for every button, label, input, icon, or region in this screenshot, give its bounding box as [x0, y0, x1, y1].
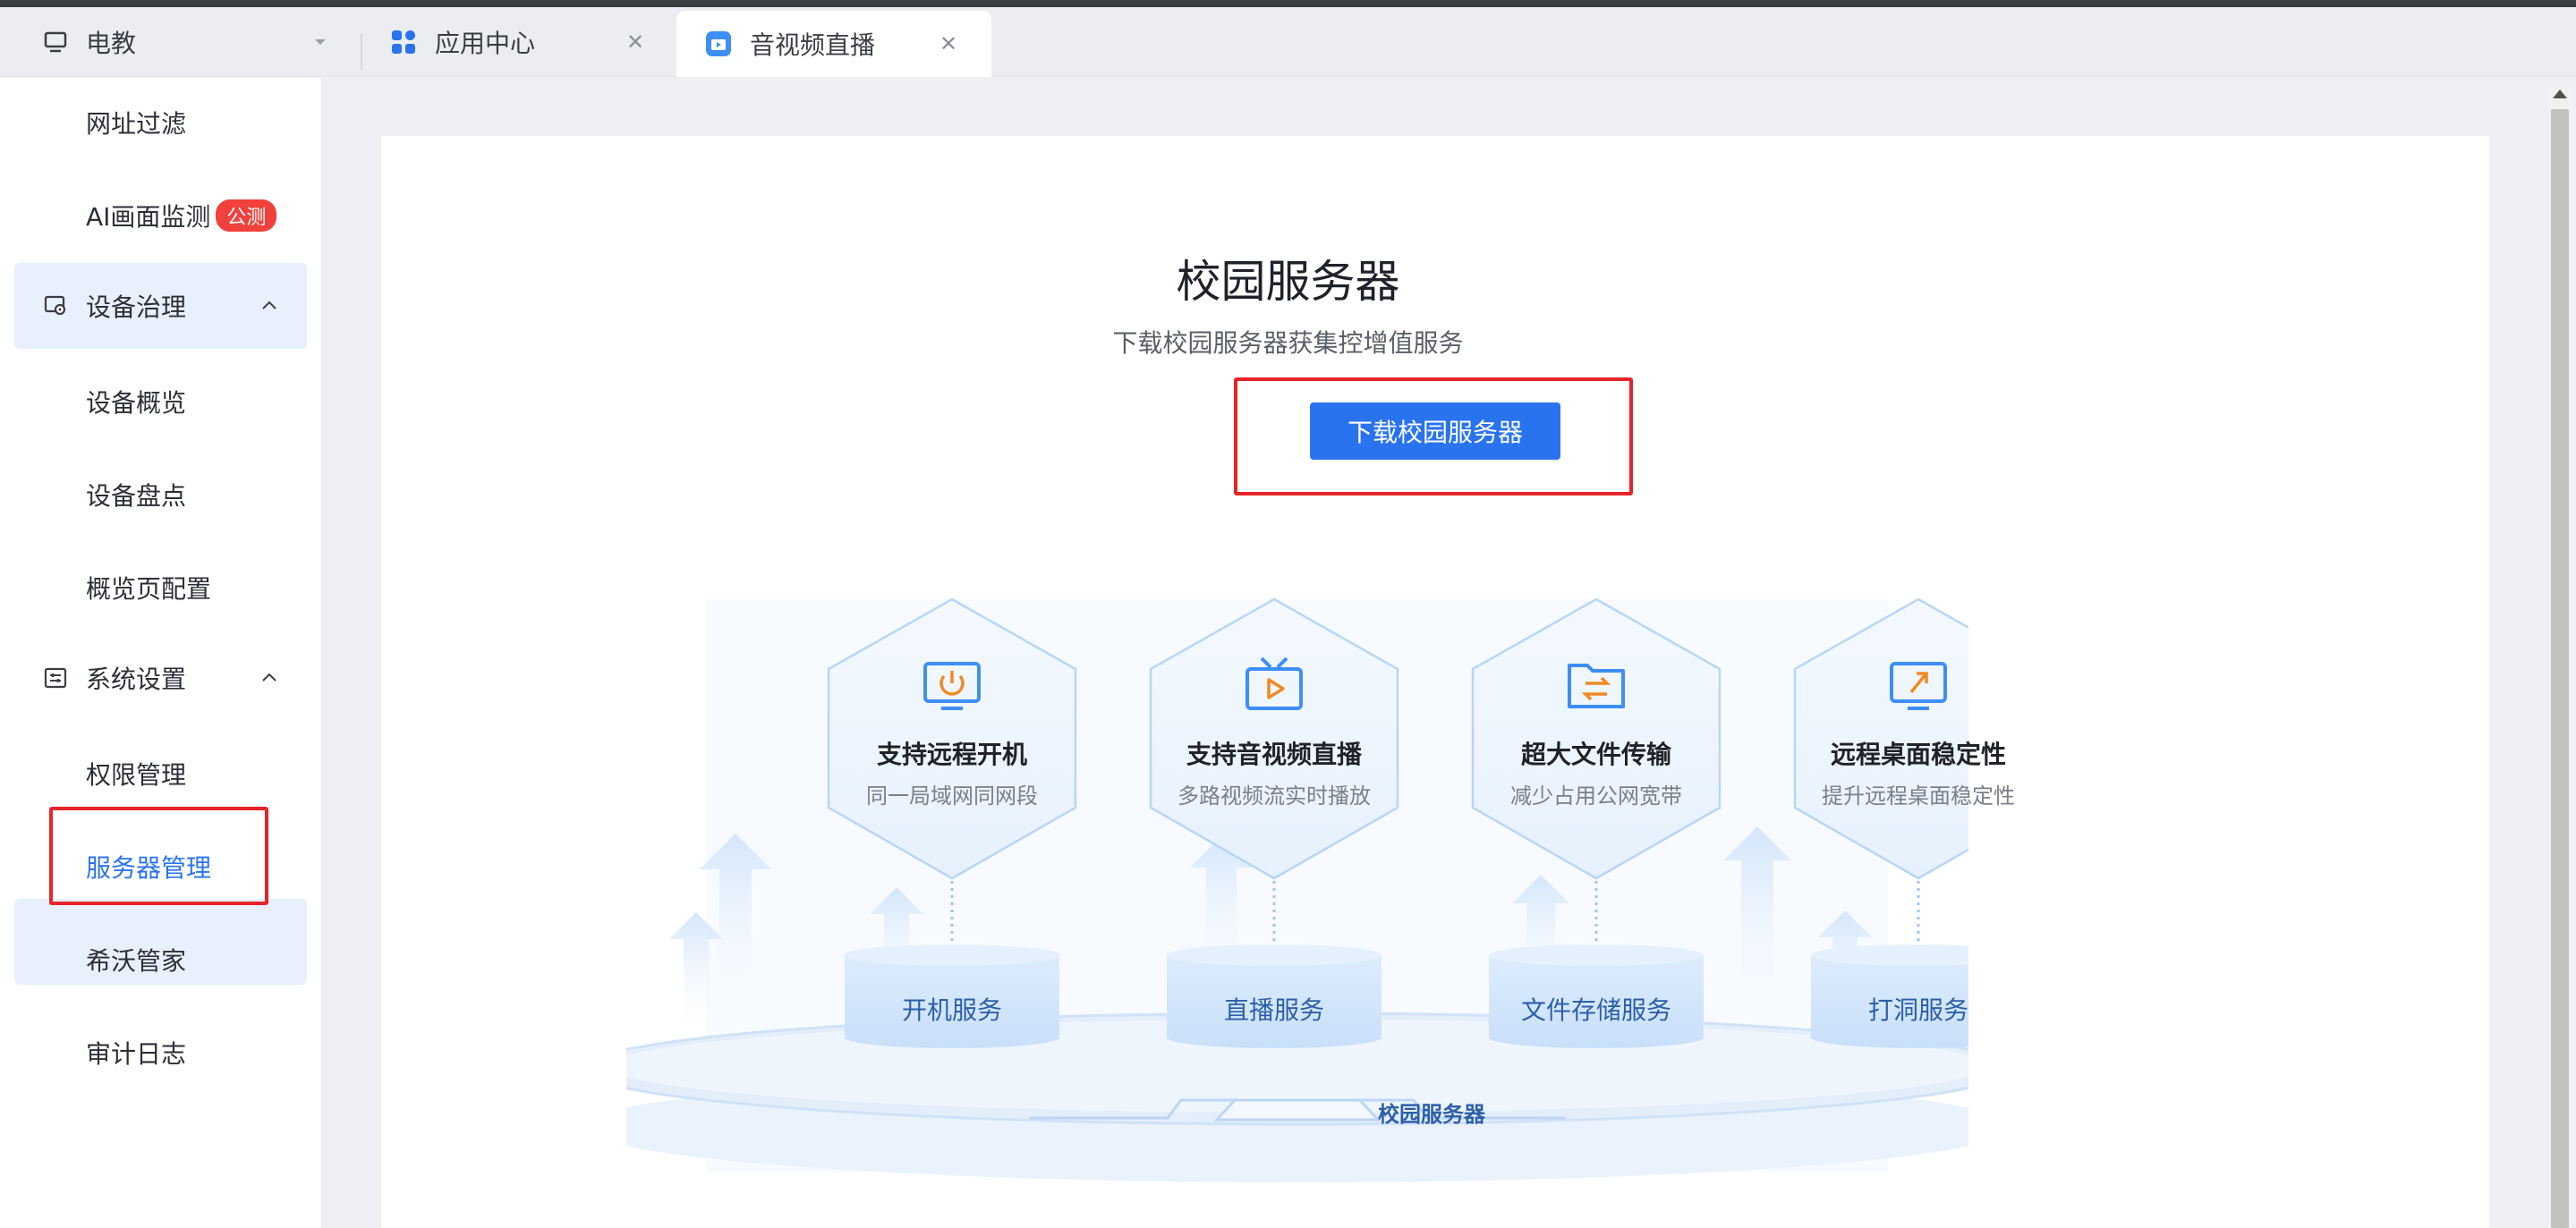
- sidebar-group-system[interactable]: 系统设置: [14, 635, 307, 721]
- cylinder-top: [1489, 944, 1704, 966]
- page-subtitle: 下载校园服务器获集控增值服务: [1112, 328, 1464, 358]
- feature-2: [1149, 597, 1399, 1048]
- sidebar-item-label: AI画面监测: [86, 202, 211, 232]
- tab-label: 应用中心: [435, 29, 536, 58]
- feature-title: 超大文件传输: [1520, 740, 1671, 769]
- sidebar-item-device-overview[interactable]: 设备概览: [86, 384, 186, 419]
- sidebar-item-label: 概览页配置: [86, 574, 212, 604]
- monitor-icon: [44, 31, 67, 53]
- highlight-box-download: [1234, 377, 1633, 495]
- sidebar-item-label: 设备概览: [86, 388, 187, 418]
- sidebar-item-overview-config[interactable]: 概览页配置: [86, 570, 211, 606]
- feature-desc: 多路视频流实时播放: [1177, 783, 1371, 809]
- highlight-box-sidebar: [49, 807, 268, 905]
- service-label: 文件存储服务: [1520, 995, 1671, 1025]
- chevron-down-icon[interactable]: [311, 33, 329, 51]
- live-icon: [706, 31, 731, 56]
- platform-label: 校园服务器: [1378, 1102, 1485, 1127]
- sidebar-item-audit-log[interactable]: 审计日志: [86, 1035, 186, 1071]
- tab-label: 电教: [86, 29, 137, 58]
- sidebar-item-label: 权限管理: [86, 760, 187, 790]
- scroll-up-arrow[interactable]: [2553, 89, 2567, 98]
- service-label: 直播服务: [1223, 995, 1324, 1025]
- window-top-bar: [0, 0, 2576, 7]
- tab-live[interactable]: 音视频直播 ✕: [676, 11, 991, 77]
- close-icon[interactable]: ✕: [939, 31, 957, 56]
- feature-3: [1471, 597, 1722, 1048]
- sidebar-item-label: 希沃管家: [86, 946, 187, 976]
- tab-bar: 电教 应用中心 ✕ 音视频直播 ✕: [0, 7, 2576, 77]
- sidebar-item-device-inventory[interactable]: 设备盘点: [86, 477, 186, 512]
- sidebar-item-label: 设备盘点: [86, 481, 187, 511]
- feature-title: 支持音视频直播: [1186, 740, 1362, 769]
- service-label: 打洞服务: [1867, 995, 1968, 1025]
- scrollbar-thumb[interactable]: [2551, 109, 2569, 1228]
- feature-desc: 同一局域网同网段: [866, 783, 1038, 809]
- service-label: 开机服务: [901, 995, 1002, 1025]
- sidebar-item-ai-monitor[interactable]: AI画面监测 公测: [86, 198, 277, 233]
- sidebar-item-label: 网址过滤: [86, 109, 187, 139]
- page-title: 校园服务器: [1176, 256, 1400, 308]
- feature-1: [827, 597, 1077, 1048]
- close-icon[interactable]: ✕: [626, 30, 644, 55]
- cylinder-top: [1167, 944, 1382, 966]
- tab-separator: [361, 34, 362, 70]
- feature-title: 支持远程开机: [876, 740, 1027, 769]
- feature-desc: 提升远程桌面稳定性: [1822, 783, 2015, 809]
- grid-icon: [392, 30, 415, 54]
- cylinder-top: [845, 944, 1059, 966]
- beta-badge: 公测: [216, 199, 277, 232]
- feature-4: [1793, 597, 1968, 1048]
- tab-label: 音视频直播: [750, 30, 876, 60]
- sidebar-item-url-filter[interactable]: 网址过滤: [86, 105, 186, 140]
- tab-app-center[interactable]: 应用中心 ✕: [390, 7, 659, 77]
- tab-dianjiao[interactable]: 电教: [43, 7, 338, 77]
- sidebar-group-label: 系统设置: [86, 665, 187, 694]
- feature-title: 远程桌面稳定性: [1830, 740, 2006, 769]
- sidebar-item-seewo-manager[interactable]: 希沃管家: [86, 942, 186, 978]
- chevron-up-icon[interactable]: [259, 667, 280, 689]
- sidebar-item-permissions[interactable]: 权限管理: [86, 756, 186, 792]
- system-settings-icon: [44, 667, 67, 689]
- feature-desc: 减少占用公网宽带: [1510, 783, 1682, 809]
- sidebar-item-label: 审计日志: [86, 1039, 187, 1069]
